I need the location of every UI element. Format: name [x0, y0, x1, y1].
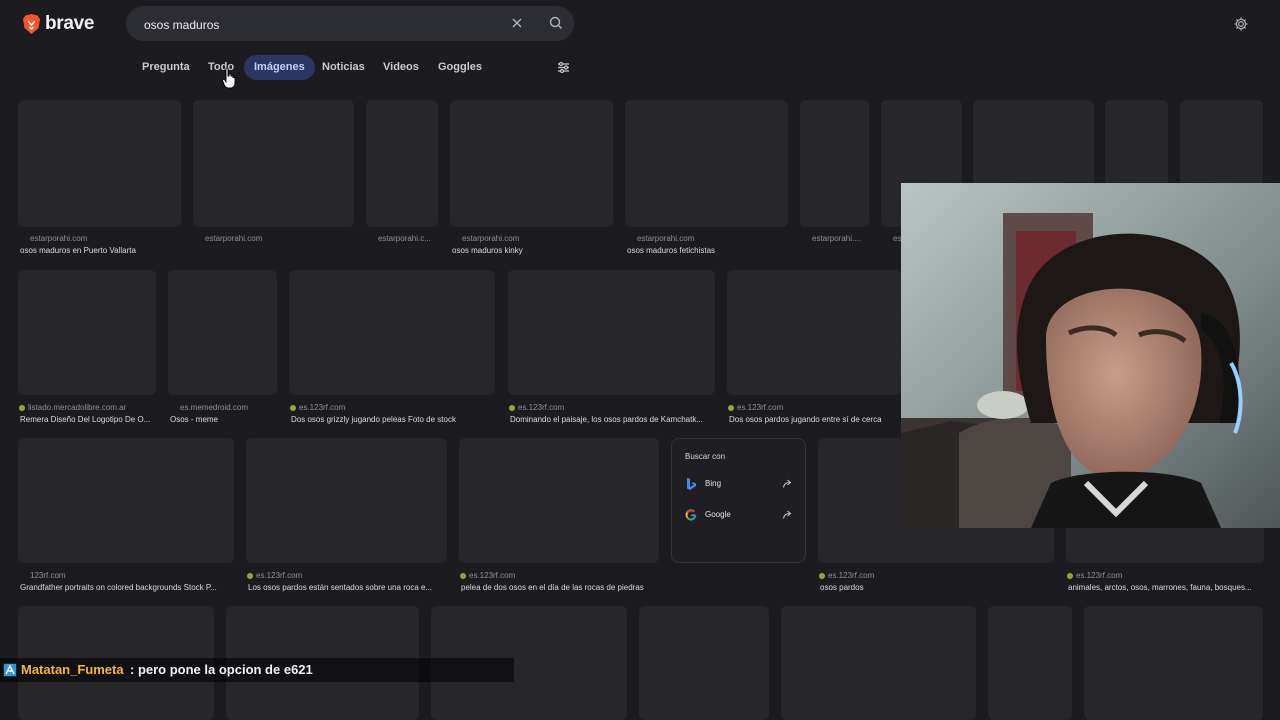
search-with-bing[interactable]: Bing	[672, 471, 805, 497]
result-card[interactable]: estarporahi.com	[193, 100, 354, 258]
result-title[interactable]: Dominando el paisaje, los osos pardos de…	[510, 415, 717, 424]
result-card[interactable]	[781, 606, 976, 720]
tab-videos[interactable]: Videos	[373, 55, 429, 80]
result-card[interactable]	[1084, 606, 1263, 720]
chat-username: Matatan_Fumeta	[21, 662, 124, 677]
result-card[interactable]	[988, 606, 1072, 720]
result-title[interactable]: Dos osos grizzly jugando peleas Foto de …	[291, 415, 497, 424]
result-source[interactable]: es.123rf.com	[246, 571, 441, 580]
result-title[interactable]: Remera Diseño Del Logotipo De O...	[20, 415, 158, 424]
result-source[interactable]: estarporahi.com	[637, 234, 782, 243]
result-source[interactable]: 123rf.com	[30, 571, 230, 580]
result-card[interactable]: es.123rf.com Los osos pardos están senta…	[246, 438, 447, 594]
tab-imagenes[interactable]: Imágenes	[244, 55, 315, 80]
result-source[interactable]: estarporahi.c...	[378, 234, 438, 243]
result-thumbnail[interactable]	[289, 270, 495, 395]
result-card[interactable]: es.123rf.com Dos osos pardos jugando ent…	[727, 270, 901, 426]
result-title[interactable]: Los osos pardos están sentados sobre una…	[248, 583, 449, 592]
result-source[interactable]: estarporahi....	[812, 234, 867, 243]
result-source[interactable]: es.memedroid.com	[180, 403, 277, 412]
result-thumbnail[interactable]	[366, 100, 438, 227]
result-card[interactable]: es.memedroid.com Osos - meme	[168, 270, 277, 426]
result-card[interactable]: es.123rf.com Dos osos grizzly jugando pe…	[289, 270, 495, 426]
result-title[interactable]: osos pardos	[820, 583, 1056, 592]
result-card[interactable]: estarporahi....	[800, 100, 869, 258]
result-thumbnail[interactable]	[459, 438, 659, 563]
result-card[interactable]: es.123rf.com Dominando el paisaje, los o…	[508, 270, 715, 426]
tab-goggles[interactable]: Goggles	[428, 55, 492, 80]
result-card[interactable]: listado.mercadolibre.com.ar Remera Diseñ…	[18, 270, 156, 426]
result-thumbnail[interactable]	[18, 270, 156, 395]
menu-item-label: Bing	[705, 479, 722, 488]
result-thumbnail[interactable]	[508, 270, 715, 395]
close-icon[interactable]	[510, 16, 524, 30]
webcam-overlay	[901, 183, 1280, 528]
result-title[interactable]: Grandfather portraits on colored backgro…	[20, 583, 236, 592]
result-thumbnail[interactable]	[193, 100, 354, 227]
result-source[interactable]: es.123rf.com	[1066, 571, 1261, 580]
result-thumbnail[interactable]	[450, 100, 613, 227]
search-icon[interactable]	[548, 15, 564, 31]
tab-noticias[interactable]: Noticias	[312, 55, 375, 80]
result-thumbnail[interactable]	[168, 270, 277, 395]
badge-icon	[3, 663, 17, 677]
chat-overlay: Matatan_Fumeta : pero pone la opcion de …	[0, 658, 514, 682]
bing-icon	[687, 478, 696, 490]
result-thumbnail[interactable]	[18, 438, 234, 563]
share-arrow-icon	[782, 479, 792, 488]
result-title[interactable]: pelea de dos osos en el día de las rocas…	[461, 583, 661, 592]
result-title[interactable]: Dos osos pardos jugando entre sí de cerc…	[729, 415, 903, 424]
result-title[interactable]: Osos - meme	[170, 415, 279, 424]
menu-title: Buscar con	[685, 452, 726, 461]
result-title[interactable]: osos maduros kinky	[452, 246, 615, 255]
search-bar[interactable]	[126, 6, 574, 43]
webcam-feed-image	[901, 183, 1280, 528]
result-thumbnail[interactable]	[1084, 606, 1263, 720]
result-source[interactable]: listado.mercadolibre.com.ar	[18, 403, 156, 412]
result-source[interactable]: estarporahi.com	[462, 234, 607, 243]
share-arrow-icon	[782, 510, 792, 519]
result-source[interactable]: estarporahi.com	[205, 234, 350, 243]
result-card[interactable]: estarporahi.c...	[366, 100, 438, 258]
search-input[interactable]	[142, 6, 506, 43]
hand-pointer-icon	[222, 67, 236, 89]
result-card[interactable]	[639, 606, 769, 720]
tab-pregunta[interactable]: Pregunta	[132, 55, 200, 80]
result-source[interactable]: estarporahi.com	[30, 234, 180, 243]
result-thumbnail[interactable]	[800, 100, 869, 227]
sliders-icon[interactable]	[556, 60, 571, 75]
result-title[interactable]: osos maduros fetichistas	[627, 246, 790, 255]
menu-item-label: Google	[705, 510, 731, 519]
result-card[interactable]: es.123rf.com pelea de dos osos en el día…	[459, 438, 659, 594]
search-with-menu: Buscar con Bing Google	[671, 438, 806, 563]
result-card[interactable]: 123rf.com Grandfather portraits on color…	[18, 438, 234, 594]
result-card[interactable]: estarporahi.com osos maduros fetichistas	[625, 100, 788, 258]
google-icon	[685, 509, 697, 521]
search-with-google[interactable]: Google	[672, 502, 805, 528]
result-source[interactable]: es.123rf.com	[459, 571, 654, 580]
brave-lion-icon	[23, 14, 40, 34]
result-thumbnail[interactable]	[625, 100, 788, 227]
result-source[interactable]: es.123rf.com	[727, 403, 897, 412]
result-thumbnail[interactable]	[988, 606, 1072, 720]
result-thumbnail[interactable]	[781, 606, 976, 720]
result-title[interactable]: animales, arctos, osos, marrones, fauna,…	[1068, 583, 1266, 592]
result-source[interactable]: es.123rf.com	[508, 403, 708, 412]
gear-icon[interactable]	[1233, 16, 1249, 32]
result-thumbnail[interactable]	[246, 438, 447, 563]
brand-name: brave	[45, 13, 95, 34]
result-thumbnail[interactable]	[727, 270, 901, 395]
result-source[interactable]: es.123rf.com	[818, 571, 1048, 580]
result-thumbnail[interactable]	[639, 606, 769, 720]
brave-logo[interactable]: brave	[22, 12, 95, 36]
top-bar: brave Pregunta Todo Imágenes Noticias Vi…	[0, 0, 1280, 92]
chat-message: : pero pone la opcion de e621	[130, 662, 313, 677]
result-card[interactable]: estarporahi.com osos maduros en Puerto V…	[18, 100, 181, 258]
result-thumbnail[interactable]	[18, 100, 181, 227]
result-card[interactable]: estarporahi.com osos maduros kinky	[450, 100, 613, 258]
result-source[interactable]: es.123rf.com	[289, 403, 489, 412]
result-title[interactable]: osos maduros en Puerto Vallarta	[20, 246, 183, 255]
